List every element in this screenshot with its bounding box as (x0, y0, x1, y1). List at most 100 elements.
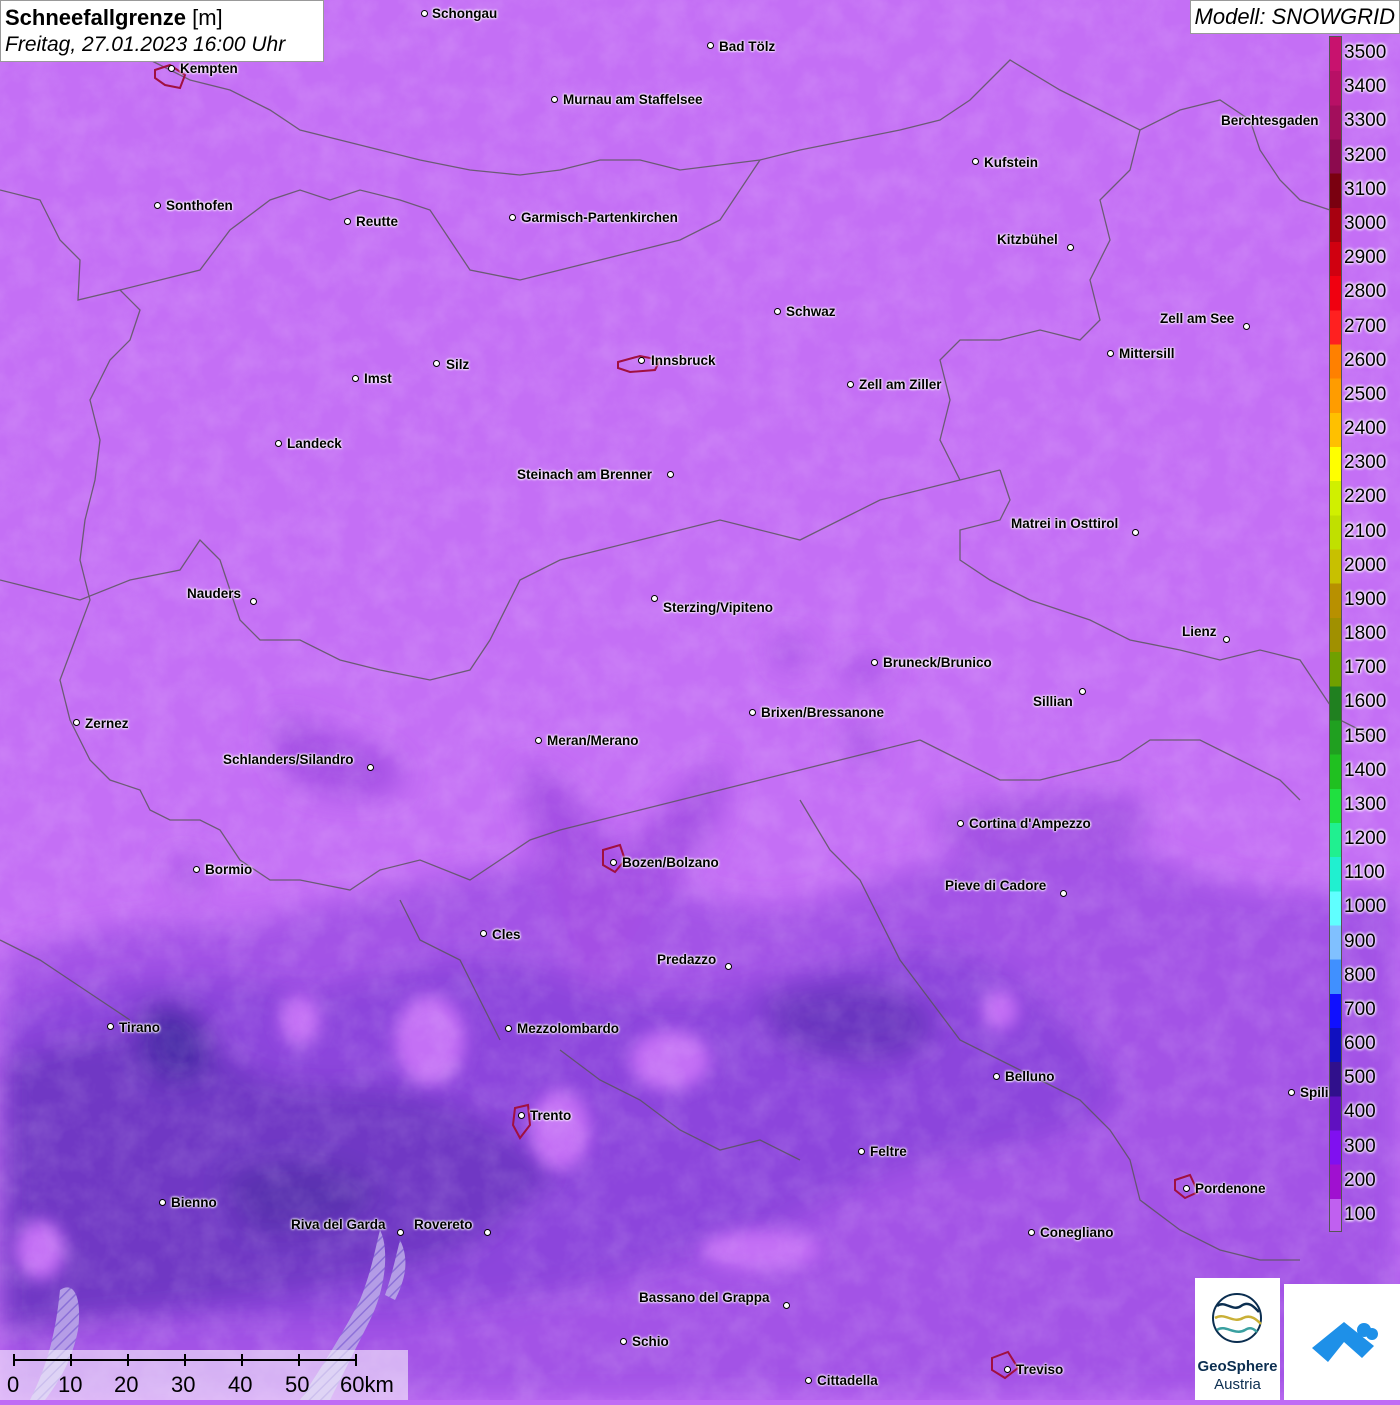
city-dot[interactable] (505, 1025, 512, 1032)
legend-label: 1500 (1344, 725, 1387, 747)
city-dot[interactable] (725, 963, 732, 970)
city-label: Kufstein (984, 155, 1038, 170)
city-dot[interactable] (480, 930, 487, 937)
city-dot[interactable] (1183, 1185, 1190, 1192)
city-dot[interactable] (518, 1112, 525, 1119)
city-label: Landeck (287, 436, 342, 451)
city-dot[interactable] (168, 65, 175, 72)
city-dot[interactable] (667, 471, 674, 478)
legend-label: 900 (1344, 930, 1376, 952)
city-dot[interactable] (871, 659, 878, 666)
city-dot[interactable] (1288, 1089, 1295, 1096)
city-dot[interactable] (993, 1073, 1000, 1080)
scale-label: 20 (114, 1372, 139, 1397)
city-label: Tirano (119, 1020, 161, 1035)
city-dot[interactable] (1107, 350, 1114, 357)
legend-label: 2100 (1344, 520, 1387, 542)
legend-label: 400 (1344, 1101, 1376, 1123)
city-dot[interactable] (154, 202, 161, 209)
city-label: Schwaz (786, 304, 836, 319)
legend-label: 1100 (1344, 862, 1385, 884)
city-dot[interactable] (847, 381, 854, 388)
city-label: Rovereto (414, 1217, 473, 1232)
title-main: Schneefallgrenze (5, 5, 186, 30)
legend-label: 2400 (1344, 418, 1387, 439)
city-dot[interactable] (344, 218, 351, 225)
logo-name: GeoSphere (1197, 1358, 1278, 1375)
city-label: Bozen/Bolzano (622, 855, 719, 870)
scale-label: 40 (228, 1372, 253, 1397)
city-dot[interactable] (250, 598, 257, 605)
city-dot[interactable] (774, 308, 781, 315)
city-dot[interactable] (1004, 1366, 1011, 1373)
city-dot[interactable] (397, 1229, 404, 1236)
city-dot[interactable] (858, 1148, 865, 1155)
city-dot[interactable] (1028, 1229, 1035, 1236)
city-dot[interactable] (805, 1377, 812, 1384)
city-label: Pieve di Cadore (945, 878, 1047, 893)
city-dot[interactable] (1060, 890, 1067, 897)
city-dot[interactable] (433, 360, 440, 367)
city-dot[interactable] (1067, 244, 1074, 251)
city-dot[interactable] (367, 764, 374, 771)
city-dot[interactable] (620, 1338, 627, 1345)
city-dot[interactable] (352, 375, 359, 382)
city-dot[interactable] (73, 719, 80, 726)
city-label: Cles (492, 927, 521, 942)
city-label: Mittersill (1119, 346, 1175, 361)
city-dot[interactable] (707, 42, 714, 49)
city-dot[interactable] (1132, 529, 1139, 536)
city-dot[interactable] (484, 1229, 491, 1236)
city-dot[interactable] (159, 1199, 166, 1206)
legend-label: 300 (1344, 1135, 1376, 1157)
city-dot[interactable] (651, 595, 658, 602)
legend-label: 2600 (1344, 349, 1387, 371)
city-label: Predazzo (657, 952, 717, 967)
city-dot[interactable] (1223, 636, 1230, 643)
city-label: Nauders (187, 586, 242, 601)
city-label: Feltre (870, 1144, 907, 1159)
city-dot[interactable] (957, 820, 964, 827)
city-dot[interactable] (275, 440, 282, 447)
app-logo[interactable] (1284, 1284, 1400, 1400)
legend-label: 2900 (1344, 247, 1387, 269)
city-dot[interactable] (193, 866, 200, 873)
mountain-app-icon (1312, 1322, 1378, 1362)
city-label: Berchtesgaden (1221, 113, 1319, 128)
map-title: Schneefallgrenze [m] (5, 4, 319, 32)
city-dot[interactable] (783, 1302, 790, 1309)
city-dot[interactable] (551, 96, 558, 103)
city-dot[interactable] (107, 1023, 114, 1030)
city-label: Mezzolombardo (517, 1021, 620, 1036)
city-label: Kempten (180, 61, 238, 76)
scale-label: 10 (58, 1372, 83, 1397)
city-label: Bruneck/Brunico (883, 655, 992, 670)
city-label: Bormio (205, 862, 253, 877)
legend-label: 1200 (1344, 828, 1387, 849)
city-label: Trento (530, 1108, 572, 1123)
title-unit: [m] (192, 5, 223, 30)
city-dot[interactable] (509, 214, 516, 221)
city-label: Brixen/Bressanone (761, 705, 885, 720)
model-label: Modell: SNOWGRID (1189, 0, 1400, 34)
legend-label: 2700 (1344, 315, 1387, 337)
city-dot[interactable] (1243, 323, 1250, 330)
city-dot[interactable] (638, 357, 645, 364)
legend-label: 2200 (1344, 486, 1387, 508)
city-dot[interactable] (972, 158, 979, 165)
color-legend: 3500 3400 3300 3200 3100 3000 2900 2800 2700 2600… (1329, 36, 1400, 1232)
legend-label: 1800 (1344, 623, 1387, 644)
scale-label: 30 (171, 1372, 196, 1397)
city-label: Bienno (171, 1195, 217, 1210)
city-label: Conegliano (1040, 1225, 1114, 1240)
city-label: Cortina d'Ampezzo (969, 816, 1091, 831)
city-label: Schio (632, 1334, 669, 1349)
geosphere-logo[interactable]: GeoSphere Austria (1195, 1278, 1280, 1400)
city-dot[interactable] (610, 859, 617, 866)
legend-label: 3000 (1344, 212, 1387, 234)
city-dot[interactable] (749, 709, 756, 716)
city-dot[interactable] (1079, 688, 1086, 695)
city-dot[interactable] (535, 737, 542, 744)
logo-country: Austria (1214, 1376, 1261, 1393)
city-dot[interactable] (421, 10, 428, 17)
